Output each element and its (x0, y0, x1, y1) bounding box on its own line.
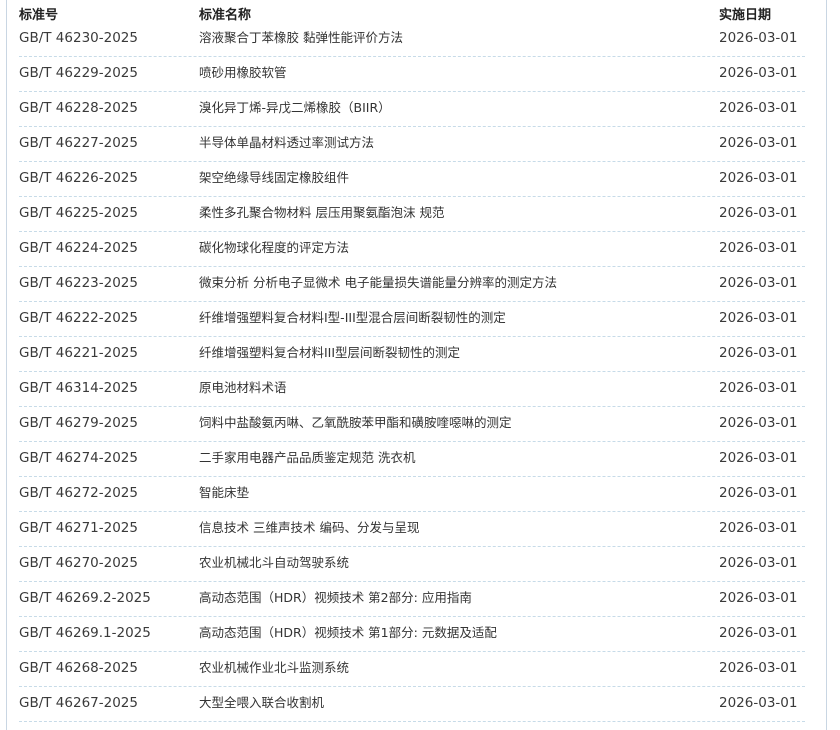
table-row[interactable]: GB/T 46226-2025 架空绝缘导线固定橡胶组件 2026-03-01 (19, 162, 805, 197)
standard-name[interactable]: 高动态范围（HDR）视频技术 第1部分: 元数据及适配 (199, 624, 497, 642)
table-row[interactable]: GB/T 46229-2025 喷砂用橡胶软管 2026-03-01 (19, 57, 805, 92)
effective-date: 2026-03-01 (719, 170, 798, 186)
effective-date: 2026-03-01 (719, 520, 798, 536)
table-row[interactable]: GB/T 46227-2025 半导体单晶材料透过率测试方法 2026-03-0… (19, 127, 805, 162)
standard-name[interactable]: 纤维增强塑料复合材料I型-III型混合层间断裂韧性的测定 (199, 309, 506, 327)
standard-name[interactable]: 纤维增强塑料复合材料III型层间断裂韧性的测定 (199, 344, 460, 362)
table-row[interactable]: GB/T 46270-2025 农业机械北斗自动驾驶系统 2026-03-01 (19, 547, 805, 582)
standard-code[interactable]: GB/T 46271-2025 (19, 519, 138, 537)
standard-code[interactable]: GB/T 46267-2025 (19, 694, 138, 712)
table-row[interactable]: GB/T 46269.1-2025 高动态范围（HDR）视频技术 第1部分: 元… (19, 617, 805, 652)
standard-code[interactable]: GB/T 46230-2025 (19, 29, 138, 47)
standard-code[interactable]: GB/T 46221-2025 (19, 344, 138, 362)
standard-code[interactable]: GB/T 46268-2025 (19, 659, 138, 677)
standard-name[interactable]: 半导体单晶材料透过率测试方法 (199, 134, 374, 152)
standard-name[interactable]: 碳化物球化程度的评定方法 (199, 239, 349, 257)
effective-date: 2026-03-01 (719, 135, 798, 151)
standard-name[interactable]: 溶液聚合丁苯橡胶 黏弹性能评价方法 (199, 29, 403, 47)
standard-code[interactable]: GB/T 46228-2025 (19, 99, 138, 117)
effective-date: 2026-03-01 (719, 380, 798, 396)
standard-code[interactable]: GB/T 46274-2025 (19, 449, 138, 467)
table-row[interactable]: GB/T 46274-2025 二手家用电器产品品质鉴定规范 洗衣机 2026-… (19, 442, 805, 477)
content-frame: 标准号 标准名称 实施日期 GB/T 46230-2025 溶液聚合丁苯橡胶 黏… (6, 0, 827, 730)
standard-code[interactable]: GB/T 46279-2025 (19, 414, 138, 432)
effective-date: 2026-03-01 (719, 30, 798, 46)
effective-date: 2026-03-01 (719, 660, 798, 676)
standard-code[interactable]: GB/T 46272-2025 (19, 484, 138, 502)
standard-name[interactable]: 信息技术 三维声技术 编码、分发与呈现 (199, 519, 419, 537)
table-row[interactable]: GB/T 46230-2025 溶液聚合丁苯橡胶 黏弹性能评价方法 2026-0… (19, 22, 805, 57)
standard-name[interactable]: 饲料中盐酸氨丙啉、乙氧酰胺苯甲酯和磺胺喹噁啉的测定 (199, 414, 512, 432)
table-row[interactable]: GB/T 46224-2025 碳化物球化程度的评定方法 2026-03-01 (19, 232, 805, 267)
standard-code[interactable]: GB/T 46227-2025 (19, 134, 138, 152)
standard-name[interactable]: 原电池材料术语 (199, 379, 287, 397)
table-row[interactable]: GB/T 46314-2025 原电池材料术语 2026-03-01 (19, 372, 805, 407)
standard-name[interactable]: 农业机械作业北斗监测系统 (199, 659, 349, 677)
effective-date: 2026-03-01 (719, 345, 798, 361)
standard-name[interactable]: 大型全喂入联合收割机 (199, 694, 324, 712)
table-row[interactable]: GB/T 46271-2025 信息技术 三维声技术 编码、分发与呈现 2026… (19, 512, 805, 547)
header-standard-name: 标准名称 (199, 8, 252, 23)
effective-date: 2026-03-01 (719, 625, 798, 641)
standard-name[interactable]: 喷砂用橡胶软管 (199, 64, 287, 82)
table-row[interactable]: GB/T 46269.2-2025 高动态范围（HDR）视频技术 第2部分: 应… (19, 582, 805, 617)
effective-date: 2026-03-01 (719, 590, 798, 606)
table-row[interactable]: GB/T 46221-2025 纤维增强塑料复合材料III型层间断裂韧性的测定 … (19, 337, 805, 372)
standard-name[interactable]: 农业机械北斗自动驾驶系统 (199, 554, 349, 572)
standard-code[interactable]: GB/T 46223-2025 (19, 274, 138, 292)
header-effective-date: 实施日期 (719, 8, 772, 23)
standard-name[interactable]: 高动态范围（HDR）视频技术 第2部分: 应用指南 (199, 589, 472, 607)
standard-name[interactable]: 微束分析 分析电子显微术 电子能量损失谱能量分辨率的测定方法 (199, 274, 557, 292)
effective-date: 2026-03-01 (719, 240, 798, 256)
table-row[interactable]: GB/T 46267-2025 大型全喂入联合收割机 2026-03-01 (19, 687, 805, 722)
effective-date: 2026-03-01 (719, 555, 798, 571)
effective-date: 2026-03-01 (719, 415, 798, 431)
standard-name[interactable]: 柔性多孔聚合物材料 层压用聚氨酯泡沫 规范 (199, 204, 444, 222)
standard-name[interactable]: 溴化异丁烯-异戊二烯橡胶（BIIR） (199, 99, 391, 117)
table-row[interactable]: GB/T 46279-2025 饲料中盐酸氨丙啉、乙氧酰胺苯甲酯和磺胺喹噁啉的测… (19, 407, 805, 442)
standards-table: 标准号 标准名称 实施日期 GB/T 46230-2025 溶液聚合丁苯橡胶 黏… (19, 0, 805, 722)
table-row[interactable]: GB/T 46223-2025 微束分析 分析电子显微术 电子能量损失谱能量分辨… (19, 267, 805, 302)
effective-date: 2026-03-01 (719, 450, 798, 466)
effective-date: 2026-03-01 (719, 205, 798, 221)
standard-code[interactable]: GB/T 46224-2025 (19, 239, 138, 257)
standard-code[interactable]: GB/T 46269.2-2025 (19, 589, 151, 607)
standard-code[interactable]: GB/T 46229-2025 (19, 64, 138, 82)
effective-date: 2026-03-01 (719, 485, 798, 501)
standard-name[interactable]: 智能床垫 (199, 484, 249, 502)
standard-code[interactable]: GB/T 46225-2025 (19, 204, 138, 222)
standard-name[interactable]: 二手家用电器产品品质鉴定规范 洗衣机 (199, 449, 415, 467)
effective-date: 2026-03-01 (719, 100, 798, 116)
standard-name[interactable]: 架空绝缘导线固定橡胶组件 (199, 169, 349, 187)
effective-date: 2026-03-01 (719, 695, 798, 711)
effective-date: 2026-03-01 (719, 310, 798, 326)
table-row[interactable]: GB/T 46228-2025 溴化异丁烯-异戊二烯橡胶（BIIR） 2026-… (19, 92, 805, 127)
table-row[interactable]: GB/T 46268-2025 农业机械作业北斗监测系统 2026-03-01 (19, 652, 805, 687)
table-row[interactable]: GB/T 46222-2025 纤维增强塑料复合材料I型-III型混合层间断裂韧… (19, 302, 805, 337)
table-row[interactable]: GB/T 46225-2025 柔性多孔聚合物材料 层压用聚氨酯泡沫 规范 20… (19, 197, 805, 232)
standard-code[interactable]: GB/T 46314-2025 (19, 379, 138, 397)
effective-date: 2026-03-01 (719, 275, 798, 291)
standard-code[interactable]: GB/T 46270-2025 (19, 554, 138, 572)
standard-code[interactable]: GB/T 46222-2025 (19, 309, 138, 327)
effective-date: 2026-03-01 (719, 65, 798, 81)
header-standard-code: 标准号 (19, 8, 59, 23)
table-row[interactable]: GB/T 46272-2025 智能床垫 2026-03-01 (19, 477, 805, 512)
table-header: 标准号 标准名称 实施日期 (19, 0, 805, 23)
standard-code[interactable]: GB/T 46269.1-2025 (19, 624, 151, 642)
standard-code[interactable]: GB/T 46226-2025 (19, 169, 138, 187)
